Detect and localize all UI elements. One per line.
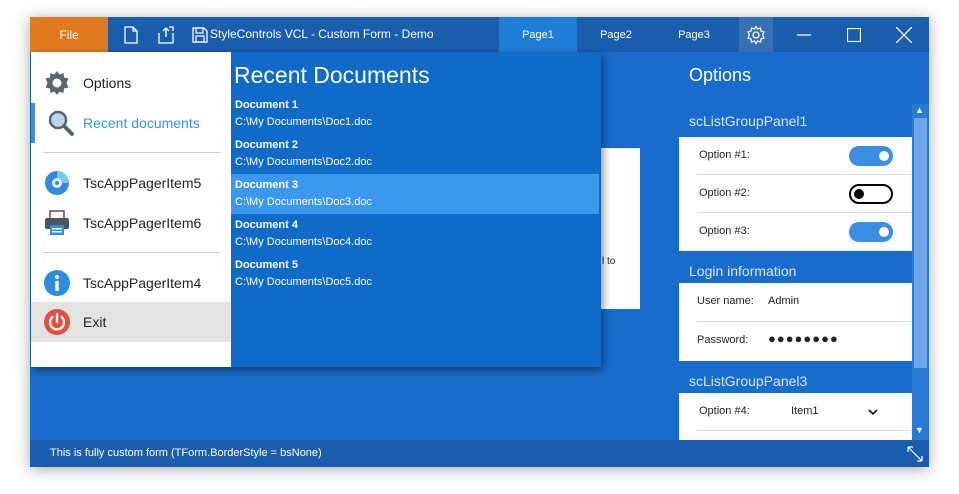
- option2-toggle[interactable]: [849, 184, 893, 204]
- recent-document-item[interactable]: Document 5 C:\My Documents\Doc5.doc: [231, 254, 599, 294]
- option-row: Option #2:: [679, 175, 912, 213]
- menu-separator: [43, 252, 220, 253]
- menu-item-options[interactable]: Options: [31, 63, 231, 103]
- option-row: Option #4: Item1: [679, 393, 912, 431]
- power-icon: [44, 309, 70, 335]
- save-icon[interactable]: [190, 25, 210, 45]
- menu-item-label: TscAppPagerItem6: [83, 215, 202, 231]
- recent-documents-panel: Recent Documents Document 1 C:\My Docume…: [231, 52, 601, 367]
- user-name-field[interactable]: Admin: [768, 295, 799, 307]
- status-text: This is fully custom form (TForm.BorderS…: [50, 447, 322, 459]
- recent-document-item[interactable]: Document 4 C:\My Documents\Doc4.doc: [231, 214, 599, 254]
- scroll-thumb[interactable]: [914, 118, 927, 368]
- printer-icon: [45, 210, 69, 235]
- password-field[interactable]: ●●●●●●●●: [768, 331, 839, 346]
- option4-select-value[interactable]: Item1: [791, 405, 819, 417]
- option1-toggle[interactable]: [849, 146, 893, 166]
- option-row: Option #1:: [679, 137, 912, 175]
- document-path: C:\My Documents\Doc3.doc: [235, 196, 372, 208]
- options-scrollbar[interactable]: ▲ ▼: [912, 104, 929, 440]
- document-name: Document 1: [235, 99, 298, 111]
- settings-button[interactable]: [739, 17, 773, 52]
- resize-grip-icon[interactable]: [906, 445, 924, 463]
- options-panel: Options scListGroupPanel1 Option #1: Opt…: [679, 52, 929, 440]
- menu-item-exit[interactable]: Exit: [31, 302, 231, 342]
- document-name: Document 4: [235, 219, 298, 231]
- minimize-icon: [797, 33, 811, 36]
- document-path: C:\My Documents\Doc1.doc: [235, 116, 372, 128]
- file-menu-button[interactable]: File: [30, 17, 108, 52]
- menu-item-tscapppageritem4[interactable]: TscAppPagerItem4: [31, 263, 231, 303]
- user-name-row: User name: Admin: [679, 283, 912, 322]
- options-title: Options: [689, 65, 752, 85]
- app-menu-items: Options Recent documents TscAppPagerItem…: [31, 52, 231, 367]
- group-panel-1: Option #1: Option #2: Option #3:: [679, 137, 912, 251]
- gear-icon: [45, 71, 69, 95]
- minimize-button[interactable]: [779, 17, 829, 52]
- title-bar: File StyleControls VCL - Custom Form - D…: [30, 17, 929, 52]
- tab-page3[interactable]: Page3: [655, 17, 733, 52]
- document-name: Document 2: [235, 139, 298, 151]
- document-path: C:\My Documents\Doc2.doc: [235, 156, 372, 168]
- document-path: C:\My Documents\Doc5.doc: [235, 276, 372, 288]
- tab-page1[interactable]: Page1: [499, 17, 577, 52]
- menu-item-recent-documents[interactable]: Recent documents: [31, 103, 231, 143]
- search-icon: [48, 110, 74, 136]
- document-name: Document 3: [235, 179, 298, 191]
- scroll-up-icon[interactable]: ▲: [915, 105, 924, 115]
- recent-document-item[interactable]: Document 2 C:\My Documents\Doc2.doc: [231, 134, 599, 174]
- password-label: Password:: [697, 334, 749, 346]
- group-header: Login information: [689, 263, 797, 279]
- maximize-button[interactable]: [829, 17, 879, 52]
- menu-item-tscapppageritem5[interactable]: TscAppPagerItem5: [31, 163, 231, 203]
- option-label: Option #4:: [699, 405, 750, 417]
- menu-item-tscapppageritem6[interactable]: TscAppPagerItem6: [31, 203, 231, 243]
- menu-item-label: TscAppPagerItem4: [83, 275, 202, 291]
- document-name: Document 5: [235, 259, 298, 271]
- recent-document-item[interactable]: Document 1 C:\My Documents\Doc1.doc: [231, 94, 599, 134]
- menu-item-label: Exit: [83, 314, 107, 330]
- option-label: Option #3:: [699, 225, 750, 237]
- group-panel-3: Option #4: Item1: [679, 393, 912, 440]
- menu-item-label: Recent documents: [83, 115, 200, 131]
- status-bar: This is fully custom form (TForm.BorderS…: [30, 440, 929, 467]
- menu-item-label: TscAppPagerItem5: [83, 175, 202, 191]
- menu-separator: [43, 152, 220, 153]
- group-header: scListGroupPanel1: [689, 113, 808, 129]
- user-name-label: User name:: [697, 295, 754, 307]
- window-title: StyleControls VCL - Custom Form - Demo: [210, 27, 434, 41]
- app-menu: Options Recent documents TscAppPagerItem…: [31, 52, 601, 367]
- close-icon: [896, 26, 912, 43]
- tab-page2[interactable]: Page2: [577, 17, 655, 52]
- option-label: Option #1:: [699, 149, 750, 161]
- export-icon[interactable]: [156, 25, 176, 45]
- chevron-down-icon[interactable]: [868, 408, 878, 416]
- recent-document-item-selected[interactable]: Document 3 C:\My Documents\Doc3.doc: [231, 174, 599, 214]
- new-document-icon[interactable]: [121, 25, 141, 45]
- group-panel-2: User name: Admin Password: ●●●●●●●●: [679, 283, 912, 361]
- recent-documents-title: Recent Documents: [234, 62, 430, 88]
- content-text: l to: [602, 256, 616, 267]
- menu-item-label: Options: [83, 75, 132, 91]
- option3-toggle[interactable]: [849, 222, 893, 242]
- gear-icon: [747, 24, 765, 45]
- info-icon: [44, 270, 70, 296]
- maximize-icon: [847, 27, 861, 42]
- option-row: Option #3:: [679, 213, 912, 251]
- group-header: scListGroupPanel3: [689, 373, 808, 389]
- scroll-down-icon[interactable]: ▼: [915, 425, 924, 435]
- option-label: Option #2:: [699, 187, 750, 199]
- document-path: C:\My Documents\Doc4.doc: [235, 236, 372, 248]
- disc-icon: [45, 171, 69, 195]
- close-button[interactable]: [879, 17, 929, 52]
- password-row: Password: ●●●●●●●●: [679, 322, 912, 361]
- main-window: File StyleControls VCL - Custom Form - D…: [30, 17, 929, 467]
